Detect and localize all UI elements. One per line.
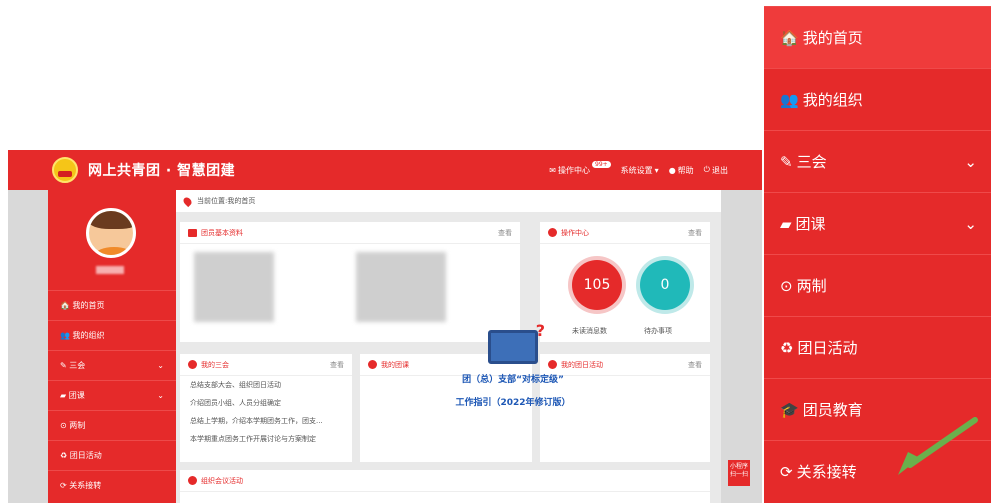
- sanhui-more-link[interactable]: 查看: [330, 360, 344, 370]
- large-nav-menu: 🏠 我的首页 👥 我的组织 ✎ 三会 ⌄ ▰ 团课 ⌄ ⊙ 两制 ♻ 团日活动 🎓 团员教育 ⟳ 关…: [764, 6, 991, 503]
- sanhui-card: 我的三会 查看 总结支部大会、组织团日活动 介绍团员小组、人员分组确定 总结上学期…: [180, 354, 352, 462]
- sidebar-item-transfer[interactable]: ⟳ 关系接转: [48, 470, 176, 500]
- tuanri-more-link[interactable]: 查看: [688, 360, 702, 370]
- todo-label: 待办事项: [644, 327, 672, 335]
- sidebar-item-tuanri[interactable]: ♻ 团日活动: [48, 440, 176, 470]
- main-content: 当前位置:我的首页 团员基本资料 查看 操作中心 查看 105 0 未读消息数 待办…: [176, 190, 721, 503]
- top-nav: ✉ 操作中心 99+ 系统设置 ▾ ● 帮助 ⏻ 退出: [549, 160, 728, 176]
- edit-icon: ✎: [780, 152, 793, 171]
- refresh-icon: ⟳: [780, 462, 793, 481]
- miniprogram-qr-button[interactable]: 小程序 扫一扫: [728, 460, 750, 486]
- sidebar-item-home[interactable]: 🏠 我的首页: [48, 290, 176, 320]
- menu-item-tuanke[interactable]: ▰ 团课 ⌄: [764, 192, 991, 254]
- chevron-down-icon: ⌄: [964, 152, 977, 171]
- promo-line2: 工作指引（2022年修订版）: [455, 398, 571, 408]
- sidebar-item-liangzhi[interactable]: ⊙ 两制: [48, 410, 176, 440]
- ops-center-card: 操作中心 查看 105 0 未读消息数 待办事项: [540, 222, 710, 342]
- sidebar-item-tuanke[interactable]: ▰ 团课 ⌄: [48, 380, 176, 410]
- tuanke-icon: [368, 360, 377, 369]
- monitor-icon: [488, 321, 545, 364]
- menu-item-sanhui[interactable]: ✎ 三会 ⌄: [764, 130, 991, 192]
- brand-title: 网上共青团 · 智慧团建: [88, 163, 236, 179]
- settings-link[interactable]: 系统设置 ▾: [621, 165, 659, 176]
- notification-badge: 99+: [592, 160, 611, 168]
- circle-icon: ⊙: [780, 276, 793, 295]
- blurred-profile-info: [356, 252, 446, 322]
- meeting-card: 组织会议活动: [180, 470, 710, 503]
- menu-item-education[interactable]: 🎓 团员教育: [764, 378, 991, 440]
- ops-center-link[interactable]: ✉ 操作中心 99+: [549, 160, 611, 176]
- graduation-cap-icon: 🎓: [780, 400, 799, 419]
- sidebar-item-org[interactable]: 👥 我的组织: [48, 320, 176, 350]
- folder-icon: ▰: [780, 214, 792, 233]
- left-sidebar: 🏠 我的首页 👥 我的组织 ✎ 三会 ⌄ ▰ 团课 ⌄ ⊙ 两制 ♻ 团日活动 ⟳ …: [48, 190, 176, 503]
- menu-item-org[interactable]: 👥 我的组织: [764, 68, 991, 130]
- meeting-icon: [188, 476, 197, 485]
- menu-item-home[interactable]: 🏠 我的首页: [764, 6, 991, 68]
- top-header: 网上共青团 · 智慧团建 ✉ 操作中心 99+ 系统设置 ▾ ● 帮助 ⏻ 退出: [8, 150, 762, 190]
- league-logo-icon: [52, 157, 78, 183]
- todo-count[interactable]: 0: [640, 260, 690, 310]
- users-icon: 👥: [780, 90, 799, 109]
- menu-item-tuanri[interactable]: ♻ 团日活动: [764, 316, 991, 378]
- list-item[interactable]: 总结支部大会、组织团日活动: [180, 376, 352, 394]
- menu-item-liangzhi[interactable]: ⊙ 两制: [764, 254, 991, 316]
- profile-more-link[interactable]: 查看: [498, 228, 512, 238]
- sanhui-icon: [188, 360, 197, 369]
- logout-link[interactable]: ⏻ 退出: [704, 165, 728, 176]
- home-icon: 🏠: [780, 28, 799, 47]
- recycle-icon: ♻: [780, 338, 794, 357]
- page-root: 网上共青团 · 智慧团建 ✉ 操作中心 99+ 系统设置 ▾ ● 帮助 ⏻ 退出 …: [0, 0, 991, 503]
- gear-icon: [548, 228, 557, 237]
- location-pin-icon: [181, 195, 194, 207]
- avatar: [86, 208, 136, 258]
- embedded-screenshot: 网上共青团 · 智慧团建 ✉ 操作中心 99+ 系统设置 ▾ ● 帮助 ⏻ 退出 …: [8, 150, 762, 503]
- promo-banner[interactable]: 团（总）支部“对标定级” 工作指引（2022年修订版）: [428, 321, 598, 430]
- list-item[interactable]: 总结上学期，介绍本学期团务工作，团支...: [180, 412, 352, 430]
- menu-item-transfer[interactable]: ⟳ 关系接转: [764, 440, 991, 502]
- sidebar-item-sanhui[interactable]: ✎ 三会 ⌄: [48, 350, 176, 380]
- list-item[interactable]: 本学期重点团务工作开展讨论与方案制定: [180, 430, 352, 448]
- help-link[interactable]: ● 帮助: [669, 165, 694, 176]
- ops-more-link[interactable]: 查看: [688, 228, 702, 238]
- blurred-profile-info: [194, 252, 274, 322]
- breadcrumb: 当前位置:我的首页: [176, 190, 721, 212]
- chevron-down-icon: ⌄: [964, 214, 977, 233]
- profile-card: 团员基本资料 查看: [180, 222, 520, 342]
- promo-line1: 团（总）支部“对标定级”: [462, 375, 564, 385]
- chevron-down-icon: ⌄: [157, 361, 164, 370]
- username-blurred: [96, 266, 124, 274]
- id-card-icon: [188, 228, 197, 237]
- list-item[interactable]: 介绍团员小组、人员分组确定: [180, 394, 352, 412]
- chevron-down-icon: ⌄: [157, 391, 164, 400]
- unread-count[interactable]: 105: [572, 260, 622, 310]
